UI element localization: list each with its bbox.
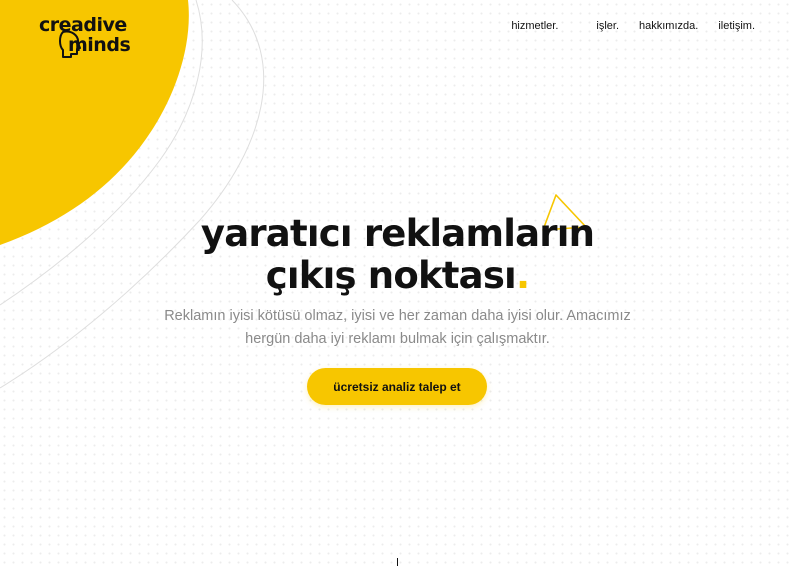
hero-title-dot: . bbox=[515, 254, 530, 297]
hero-subtitle: Reklamın iyisi kötüsü olmaz, iyisi ve he… bbox=[164, 308, 631, 347]
nav-item-hizmetler[interactable]: hizmetler. bbox=[501, 19, 586, 33]
free-analysis-button[interactable]: ücretsiz analiz talep et bbox=[307, 368, 487, 405]
brand-logo[interactable]: creadive minds bbox=[39, 14, 139, 74]
logo-text-top: creadive bbox=[39, 14, 127, 36]
logo-text-bottom: minds bbox=[68, 34, 131, 56]
nav-item-hakkimizda[interactable]: hakkımızda. bbox=[629, 19, 708, 33]
hero-title: yaratıcı reklamların çıkış noktası. bbox=[0, 213, 795, 297]
scroll-indicator[interactable] bbox=[397, 558, 398, 566]
hero-title-line1: yaratıcı reklamların bbox=[200, 212, 595, 255]
nav-item-isler[interactable]: işler. bbox=[586, 19, 629, 33]
main-nav: hizmetler. işler. hakkımızda. iletişim. bbox=[501, 19, 765, 33]
hero-title-line2: çıkış noktası bbox=[265, 254, 517, 297]
nav-item-iletisim[interactable]: iletişim. bbox=[708, 19, 765, 33]
